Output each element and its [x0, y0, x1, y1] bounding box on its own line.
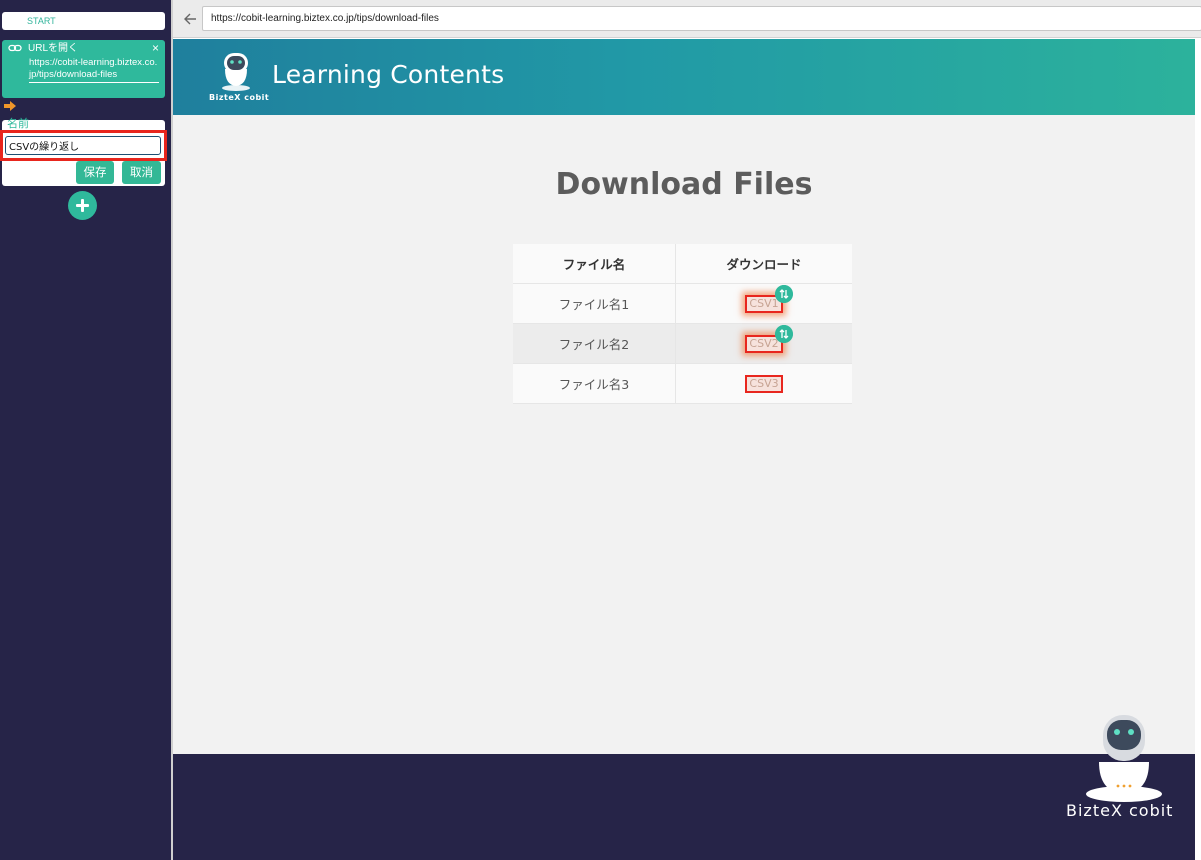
- csv-link-label: CSV2: [749, 336, 779, 350]
- address-bar[interactable]: https://cobit-learning.biztex.co.jp/tips…: [202, 6, 1201, 31]
- web-page: BizteX cobit Learning Contents Download …: [173, 39, 1195, 860]
- column-header-download: ダウンロード: [676, 244, 852, 284]
- workflow-sidebar: START URLを開く × https://cobit-learning.bi…: [0, 0, 171, 860]
- download-cell: CSV1: [676, 284, 852, 324]
- table-row: ファイル名3 CSV3: [513, 364, 852, 404]
- table-row: ファイル名2 CSV2: [513, 324, 852, 364]
- site-header: BizteX cobit Learning Contents: [173, 39, 1195, 115]
- open-url-title: URLを開く: [28, 43, 79, 54]
- open-url-block[interactable]: URLを開く × https://cobit-learning.biztex.c…: [2, 40, 165, 98]
- add-step-button[interactable]: [68, 191, 97, 220]
- page-title: Download Files: [555, 167, 813, 202]
- arrow-right-icon: [4, 101, 16, 111]
- csv-link-label: CSV3: [749, 376, 779, 390]
- start-block[interactable]: START: [2, 12, 165, 30]
- table-header-row: ファイル名 ダウンロード: [513, 244, 852, 284]
- cancel-button[interactable]: 取消: [122, 161, 161, 184]
- save-button[interactable]: 保存: [76, 161, 114, 184]
- download-cell: CSV2: [676, 324, 852, 364]
- file-name-cell: ファイル名1: [513, 284, 676, 324]
- browser-toolbar: https://cobit-learning.biztex.co.jp/tips…: [173, 0, 1201, 38]
- loop-icon: [774, 324, 793, 343]
- csv-download-link[interactable]: CSV3: [745, 374, 783, 393]
- close-icon[interactable]: ×: [152, 41, 159, 55]
- robot-mascot-icon: [1086, 715, 1162, 802]
- column-header-filename: ファイル名: [513, 244, 676, 284]
- robot-logo-icon: [222, 53, 250, 91]
- download-cell: CSV3: [676, 364, 852, 404]
- loop-icon: [774, 284, 793, 303]
- file-name-cell: ファイル名3: [513, 364, 676, 404]
- csv-download-link[interactable]: CSV1: [745, 284, 793, 313]
- site-footer: BizteX cobit: [173, 715, 1195, 860]
- table-row: ファイル名1 CSV1: [513, 284, 852, 324]
- file-name-cell: ファイル名2: [513, 324, 676, 364]
- open-url-value: https://cobit-learning.biztex.co.jp/tips…: [29, 57, 159, 83]
- window-edge: [1195, 39, 1201, 860]
- header-title[interactable]: Learning Contents: [272, 60, 504, 89]
- download-table: ファイル名 ダウンロード ファイル名1 CSV1 ファイル名2 CSV2 ファイ…: [513, 244, 852, 404]
- csv-link-label: CSV1: [749, 296, 779, 310]
- footer-brand-text: BizteX cobit: [1066, 801, 1174, 820]
- csv-download-link[interactable]: CSV2: [745, 324, 793, 353]
- brand-logo-text: BizteX cobit: [209, 93, 270, 102]
- name-input[interactable]: [5, 136, 161, 155]
- back-arrow-icon[interactable]: [183, 12, 197, 26]
- name-label: 名前: [7, 117, 29, 130]
- link-icon: [8, 44, 22, 52]
